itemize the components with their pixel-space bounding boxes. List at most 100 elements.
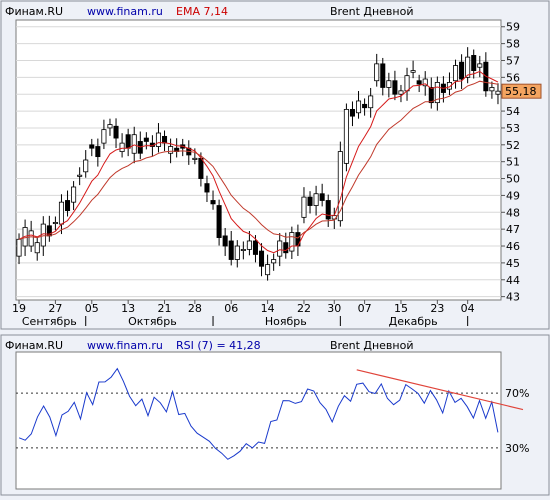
candle-up bbox=[489, 87, 495, 92]
candle-down bbox=[228, 240, 234, 260]
candle-up bbox=[58, 201, 64, 225]
candle-up bbox=[52, 222, 58, 225]
candle-down bbox=[319, 193, 325, 201]
y-tick-label: 59 bbox=[506, 21, 520, 34]
price-header-instrument: Brent Дневной bbox=[330, 5, 413, 18]
candle-up bbox=[265, 264, 271, 276]
candle-down bbox=[162, 135, 168, 144]
rsi-header-url: www.finam.ru bbox=[87, 339, 163, 352]
candle-up bbox=[410, 70, 416, 73]
candle-up bbox=[234, 245, 240, 260]
candle-up bbox=[301, 196, 307, 218]
candle-up bbox=[192, 157, 198, 160]
candle-up bbox=[277, 240, 283, 257]
candle-up bbox=[40, 223, 46, 247]
candle-up bbox=[28, 230, 34, 247]
candle-down bbox=[428, 87, 434, 104]
brent-chart: Финам.RU www.finam.ru EMA 7,14 Brent Дне… bbox=[0, 0, 550, 496]
x-tick-label: 06 bbox=[224, 302, 238, 315]
candle-down bbox=[349, 108, 355, 117]
y-tick-label: 47 bbox=[506, 223, 520, 236]
candle-up bbox=[71, 186, 77, 203]
candle-up bbox=[477, 63, 483, 68]
y-tick-label: 45 bbox=[506, 257, 520, 270]
x-tick-label: 22 bbox=[297, 302, 311, 315]
price-plot-area bbox=[15, 19, 502, 301]
price-header-indicator: EMA 7,14 bbox=[176, 5, 228, 18]
candle-down bbox=[325, 200, 331, 220]
candle-up bbox=[495, 90, 501, 95]
price-header-site: Финам.RU bbox=[5, 5, 63, 18]
y-tick-label: 58 bbox=[506, 38, 520, 51]
candle-up bbox=[240, 248, 246, 251]
x-tick-label: 19 bbox=[12, 302, 26, 315]
candle-down bbox=[204, 183, 210, 193]
candle-up bbox=[386, 80, 392, 88]
candle-down bbox=[307, 196, 313, 206]
x-tick-label: 21 bbox=[158, 302, 172, 315]
candle-up bbox=[374, 63, 380, 82]
candle-down bbox=[459, 61, 465, 80]
candle-down bbox=[65, 200, 71, 212]
x-tick-label: 04 bbox=[461, 302, 475, 315]
rsi-level-label: 30% bbox=[505, 442, 529, 455]
x-tick-label: 27 bbox=[48, 302, 62, 315]
candle-down bbox=[113, 125, 119, 139]
candle-down bbox=[95, 146, 101, 158]
candle-up bbox=[107, 124, 113, 129]
rsi-header-indicator: RSI (7) = 41,28 bbox=[176, 339, 261, 352]
candle-up bbox=[313, 193, 319, 206]
candle-down bbox=[89, 144, 95, 149]
x-tick-label: 13 bbox=[121, 302, 135, 315]
month-label: Сентябрь bbox=[22, 315, 77, 328]
candle-up bbox=[356, 100, 362, 114]
x-tick-label: 23 bbox=[430, 302, 444, 315]
candle-down bbox=[252, 240, 258, 255]
month-label: Ноябрь bbox=[265, 315, 307, 328]
candle-down bbox=[471, 55, 477, 72]
candle-up bbox=[343, 108, 349, 164]
x-tick-label: 07 bbox=[358, 302, 372, 315]
rsi-header-site: Финам.RU bbox=[5, 339, 63, 352]
month-label: Декабрь bbox=[389, 315, 438, 328]
x-tick-label: 15 bbox=[394, 302, 408, 315]
x-tick-label: 30 bbox=[327, 302, 341, 315]
candle-down bbox=[283, 242, 289, 254]
rsi-level-label: 70% bbox=[505, 387, 529, 400]
candle-up bbox=[246, 240, 252, 250]
candle-down bbox=[380, 63, 386, 88]
y-tick-label: 57 bbox=[506, 54, 520, 67]
rsi-plot-area bbox=[15, 351, 502, 490]
candle-up bbox=[453, 65, 459, 82]
candle-down bbox=[392, 80, 398, 95]
candle-up bbox=[131, 134, 137, 154]
candle-down bbox=[143, 137, 149, 142]
y-tick-label: 52 bbox=[506, 139, 520, 152]
month-label: Октябрь bbox=[128, 315, 177, 328]
candle-up bbox=[119, 142, 125, 152]
y-tick-label: 49 bbox=[506, 189, 520, 202]
candle-up bbox=[77, 174, 83, 177]
candle-up bbox=[398, 90, 404, 95]
y-tick-label: 56 bbox=[506, 71, 520, 84]
candle-down bbox=[198, 157, 204, 179]
x-tick-label: 05 bbox=[85, 302, 99, 315]
candle-up bbox=[368, 95, 374, 109]
y-tick-label: 44 bbox=[506, 274, 520, 287]
candle-up bbox=[101, 129, 107, 144]
candle-down bbox=[362, 103, 368, 109]
y-tick-label: 48 bbox=[506, 206, 520, 219]
candle-down bbox=[216, 205, 222, 238]
candle-up bbox=[289, 232, 295, 252]
candle-down bbox=[125, 134, 131, 149]
x-tick-label: 14 bbox=[261, 302, 275, 315]
candle-down bbox=[259, 250, 265, 267]
candle-up bbox=[34, 242, 40, 254]
candle-down bbox=[210, 200, 216, 205]
y-tick-label: 43 bbox=[506, 291, 520, 304]
y-tick-label: 50 bbox=[506, 173, 520, 186]
y-tick-label: 54 bbox=[506, 105, 520, 118]
candle-up bbox=[168, 146, 174, 154]
candle-up bbox=[271, 259, 277, 264]
x-tick-label: 28 bbox=[188, 302, 202, 315]
